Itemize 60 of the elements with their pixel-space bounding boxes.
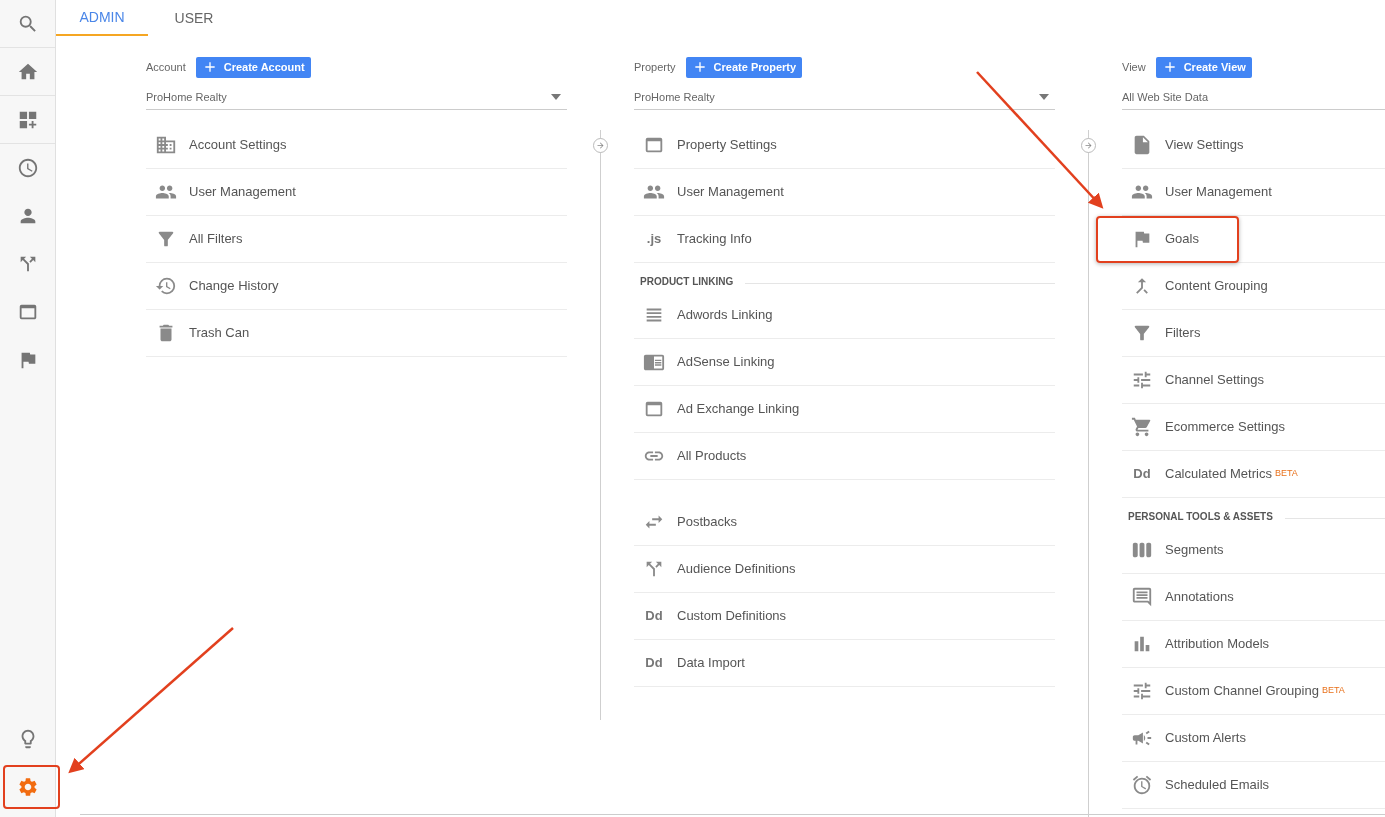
menu-item[interactable]: Custom Channel Grouping BETA (1122, 668, 1385, 715)
section-heading: PERSONAL TOOLS & ASSETS (1128, 510, 1273, 524)
menu-item[interactable]: Property Settings (634, 122, 1055, 169)
menu-item[interactable]: Adwords Linking (634, 292, 1055, 339)
dropdown[interactable]: All Web Site Data (1122, 85, 1385, 110)
menu-item[interactable]: User Management (146, 169, 567, 216)
menu-item[interactable]: Goals (1122, 216, 1385, 263)
menu-item[interactable]: Ad Exchange Linking (634, 386, 1055, 433)
column-label: Account (146, 59, 186, 75)
text-glyph-icon: .js (646, 229, 662, 249)
alarm-clock-icon (1131, 774, 1153, 796)
tab[interactable]: USER (148, 0, 240, 36)
caret-icon (551, 94, 561, 100)
menu-item[interactable]: Dd Calculated Metrics BETA (1122, 451, 1385, 498)
menu-item[interactable]: View Settings (1122, 122, 1385, 169)
menu-item[interactable]: Segments (1122, 527, 1385, 574)
menu-item[interactable]: Dd Data Import (634, 640, 1055, 687)
building-icon (155, 134, 177, 156)
menu-item[interactable]: Custom Alerts (1122, 715, 1385, 762)
menu-item[interactable]: Postbacks (634, 499, 1055, 546)
create-button[interactable]: Create Property (685, 56, 803, 78)
beta-label: BETA (1321, 684, 1345, 698)
dropdown[interactable]: ProHome Realty (634, 85, 1055, 110)
menu-item[interactable]: User Management (1122, 169, 1385, 216)
sliders-icon (1131, 369, 1153, 391)
menu-item[interactable]: Dd Custom Definitions (634, 593, 1055, 640)
section-heading: PRODUCT LINKING (640, 275, 734, 289)
column-label: View (1122, 59, 1146, 75)
settings-icon[interactable] (16, 776, 39, 798)
tab[interactable]: ADMIN (56, 0, 148, 36)
dropdown[interactable]: ProHome Realty (146, 85, 567, 110)
text-glyph-icon: Dd (645, 653, 663, 673)
menu-item[interactable]: Audience Definitions (634, 546, 1055, 593)
caret-icon (1039, 94, 1049, 100)
create-button[interactable]: Create View (1155, 56, 1252, 78)
menu-item[interactable]: .js Tracking Info (634, 216, 1055, 263)
text-glyph-icon: Dd (645, 606, 663, 626)
menu-item[interactable]: Channel Settings (1122, 357, 1385, 404)
text-glyph-icon: Dd (1133, 464, 1151, 484)
menu-item[interactable]: Scheduled Emails (1122, 762, 1385, 809)
comment-icon (1131, 586, 1153, 608)
menu-item[interactable]: Filters (1122, 310, 1385, 357)
menu-item[interactable]: User Management (634, 169, 1055, 216)
menu-item[interactable]: All Filters (146, 216, 567, 263)
menu-item[interactable]: Trash Can (146, 310, 567, 357)
menu-item[interactable]: Change History (146, 263, 567, 310)
history-icon (155, 275, 177, 297)
clock-icon[interactable] (16, 157, 39, 179)
menu-item[interactable]: AdSense Linking (634, 339, 1055, 386)
menu-item[interactable]: All Products (634, 433, 1055, 480)
menu-item[interactable]: Annotations (1122, 574, 1385, 621)
sliders-icon (1131, 680, 1153, 702)
menu-item[interactable]: Ecommerce Settings (1122, 404, 1385, 451)
menu-item[interactable]: Attribution Models (1122, 621, 1385, 668)
create-button[interactable]: Create Account (195, 56, 311, 78)
menu-item[interactable]: Content Grouping (1122, 263, 1385, 310)
cart-icon (1131, 416, 1153, 438)
column-label: Property (634, 59, 676, 75)
beta-label: BETA (1274, 467, 1298, 481)
menu-item[interactable]: Account Settings (146, 122, 567, 169)
